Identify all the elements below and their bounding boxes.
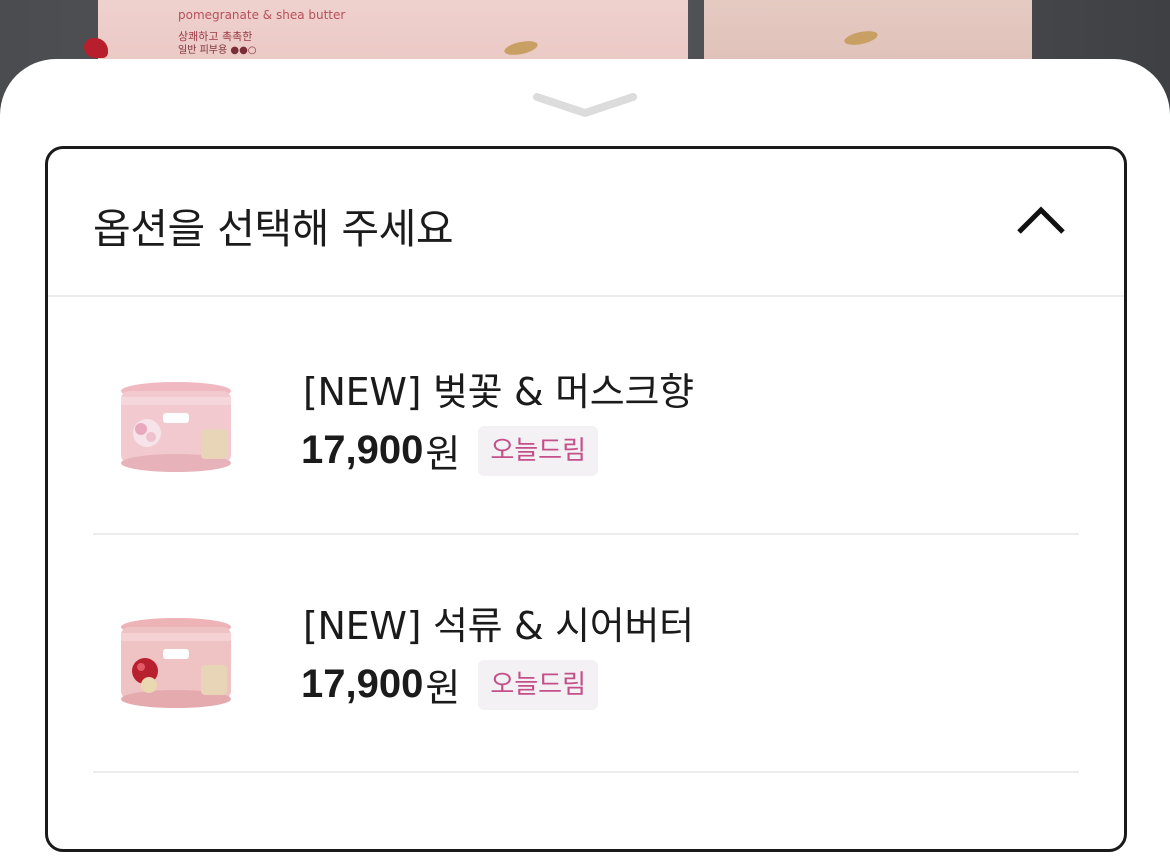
pomegranate-decor <box>84 38 108 58</box>
price-currency: 원 <box>425 432 461 476</box>
price-value: 17,900 <box>301 662 424 706</box>
product-thumbnail <box>121 618 231 708</box>
price-currency: 원 <box>425 666 461 710</box>
option-item-name: [NEW] 석류 & 시어버터 <box>303 604 694 648</box>
option-item-name: [NEW] 벚꽃 & 머스크향 <box>303 370 694 414</box>
bottom-sheet: 옵션을 선택해 주세요 [NEW] 벚꽃 & 머스크향 17,900 원 오늘드… <box>0 59 1170 859</box>
product-jar-label: pomegranate & shea butter 상쾌하고 촉촉한 일반 피부… <box>178 8 398 58</box>
price-row: 17,900 원 오늘드림 <box>301 657 598 712</box>
option-select-dropdown: 옵션을 선택해 주세요 [NEW] 벚꽃 & 머스크향 17,900 원 오늘드… <box>45 146 1127 852</box>
jar-label-line2: 상쾌하고 촉촉한 <box>178 30 253 43</box>
option-select-header[interactable]: 옵션을 선택해 주세요 <box>48 149 1124 297</box>
option-item[interactable]: [NEW] 석류 & 시어버터 17,900 원 오늘드림 <box>93 535 1079 773</box>
chevron-up-icon[interactable] <box>1014 199 1068 239</box>
product-thumbnail <box>121 382 231 472</box>
price-row: 17,900 원 오늘드림 <box>301 423 598 478</box>
option-select-title: 옵션을 선택해 주세요 <box>93 205 454 253</box>
jar-label-line3: 일반 피부용 ●●○ <box>178 45 257 56</box>
price-value: 17,900 <box>301 428 424 472</box>
delivery-badge: 오늘드림 <box>478 659 598 710</box>
jar-label-line1: pomegranate & shea butter <box>178 8 346 22</box>
delivery-badge: 오늘드림 <box>478 425 598 476</box>
dove-logo-icon <box>503 38 539 58</box>
chevron-down-icon[interactable] <box>533 91 637 119</box>
dove-logo-icon-2 <box>843 28 879 48</box>
option-item[interactable]: [NEW] 벚꽃 & 머스크향 17,900 원 오늘드림 <box>93 297 1079 535</box>
